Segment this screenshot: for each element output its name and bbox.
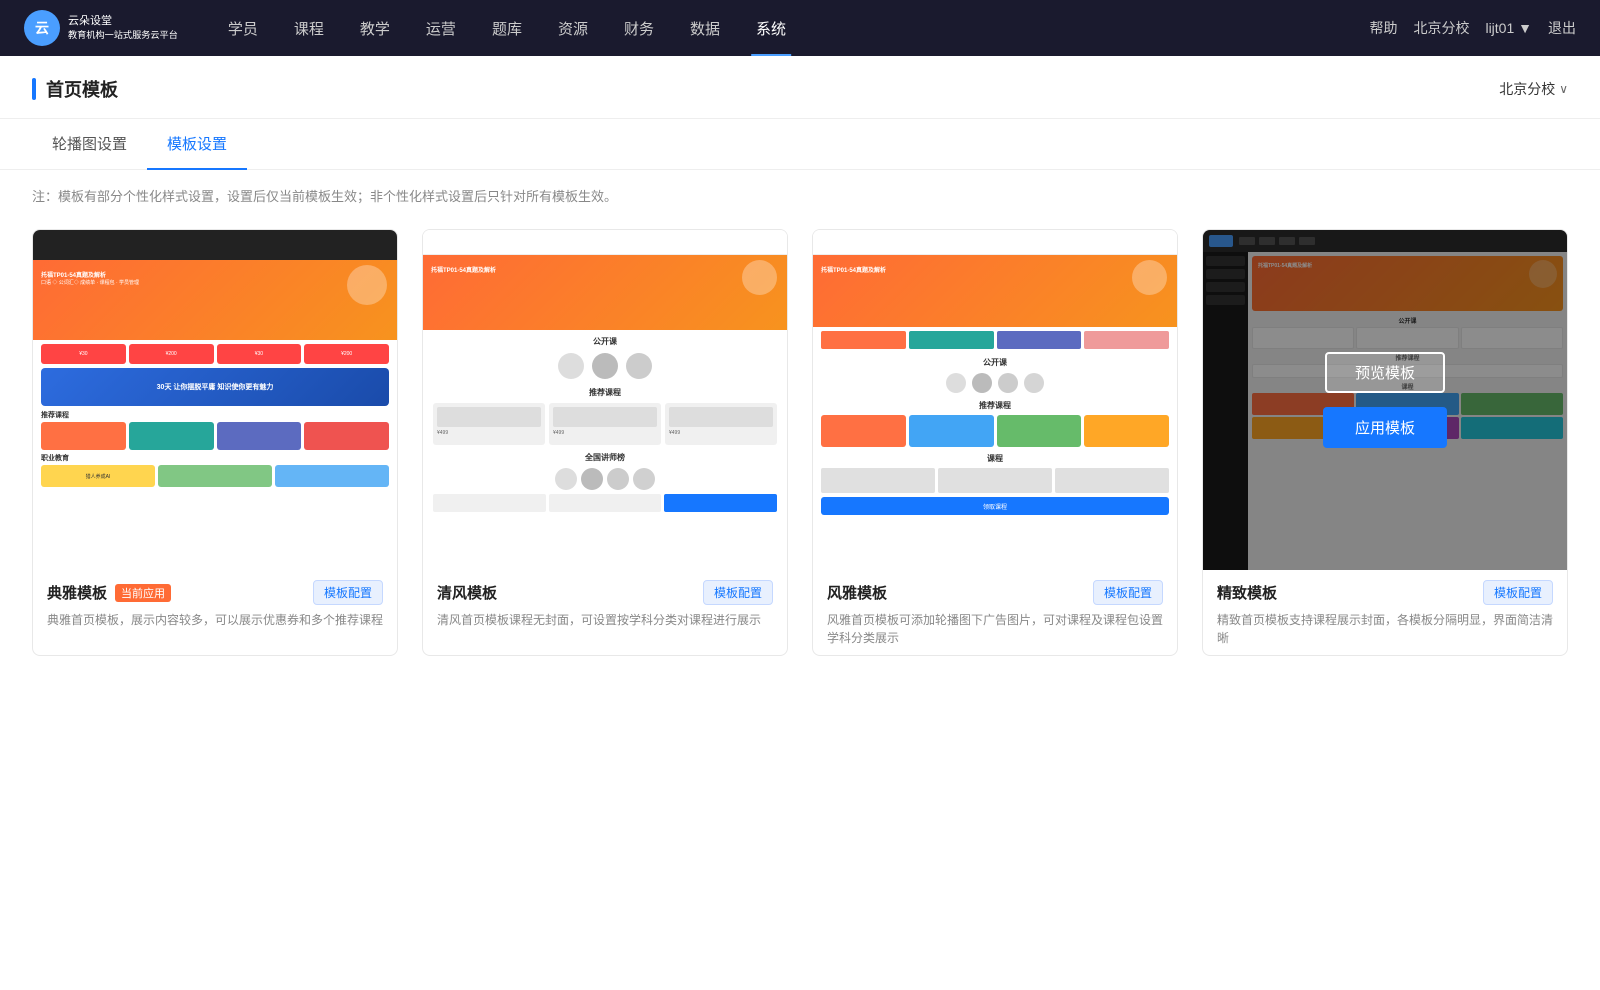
- page-title: 首页模板: [46, 76, 118, 102]
- branch-link[interactable]: 北京分校: [1413, 18, 1469, 38]
- config-button-jingzhi[interactable]: 模板配置: [1483, 580, 1553, 605]
- logout-link[interactable]: 退出: [1548, 18, 1576, 38]
- template-card-qingfeng: 托福TP01-54真题及解析 公开课 推荐课程 ¥499: [422, 229, 788, 656]
- template-preview-dianwa: 托福TP01-54真题及解析口语 ◇ 公词汇◇ 成绩单 · 课程包 · 学员管理…: [33, 230, 397, 570]
- nav-item-system[interactable]: 系统: [738, 0, 804, 56]
- page-title-bar: [32, 78, 36, 100]
- template-preview-qingfeng: 托福TP01-54真题及解析 公开课 推荐课程 ¥499: [423, 230, 787, 570]
- navbar: 云 云朵设堂教育机构一站式服务云平台 学员 课程 教学 运营 题库 资源 财务 …: [0, 0, 1600, 56]
- card-footer-jingzhi: 精致模板 模板配置 精致首页模板支持课程展示封面，各模板分隔明显，界面简洁清晰: [1203, 570, 1567, 655]
- page-header: 首页模板 北京分校 ∨: [0, 56, 1600, 119]
- page-title-wrap: 首页模板: [32, 76, 118, 102]
- current-badge-dianwa: 当前应用: [115, 584, 171, 602]
- config-button-dianwa[interactable]: 模板配置: [313, 580, 383, 605]
- help-link[interactable]: 帮助: [1369, 18, 1397, 38]
- chevron-down-icon: ∨: [1559, 82, 1568, 96]
- templates-grid: 托福TP01-54真题及解析口语 ◇ 公词汇◇ 成绩单 · 课程包 · 学员管理…: [0, 221, 1600, 696]
- template-desc-jingzhi: 精致首页模板支持课程展示封面，各模板分隔明显，界面简洁清晰: [1217, 611, 1553, 647]
- tab-template[interactable]: 模板设置: [147, 119, 247, 170]
- brand-logo: 云: [24, 10, 60, 46]
- template-overlay-jingzhi: 预览模板 应用模板: [1203, 230, 1567, 570]
- note-text: 注：模板有部分个性化样式设置，设置后仅当前模板生效；非个性化样式设置后只针对所有…: [0, 170, 1600, 221]
- tabs-container: 轮播图设置 模板设置: [0, 119, 1600, 170]
- template-name-jingzhi: 精致模板: [1217, 582, 1277, 603]
- template-preview-jingzhi: 托福TP01-54真题及解析 公开课 推荐课程 课程: [1203, 230, 1567, 570]
- branch-label: 北京分校: [1499, 79, 1555, 99]
- config-button-fengya[interactable]: 模板配置: [1093, 580, 1163, 605]
- nav-item-finance[interactable]: 财务: [606, 0, 672, 56]
- template-preview-fengya: 托福TP01-54真题及解析 公开课: [813, 230, 1177, 570]
- template-desc-qingfeng: 清风首页模板课程无封面，可设置按学科分类对课程进行展示: [437, 611, 773, 629]
- card-footer-dianwa: 典雅模板 当前应用 模板配置 典雅首页模板，展示内容较多，可以展示优惠券和多个推…: [33, 570, 397, 637]
- template-card-jingzhi: 托福TP01-54真题及解析 公开课 推荐课程 课程: [1202, 229, 1568, 656]
- apply-jingzhi-button[interactable]: 应用模板: [1323, 407, 1447, 448]
- nav-item-courses[interactable]: 课程: [276, 0, 342, 56]
- user-menu[interactable]: lijt01 ▼: [1485, 20, 1532, 36]
- template-card-dianwa: 托福TP01-54真题及解析口语 ◇ 公词汇◇ 成绩单 · 课程包 · 学员管理…: [32, 229, 398, 656]
- config-button-qingfeng[interactable]: 模板配置: [703, 580, 773, 605]
- template-desc-dianwa: 典雅首页模板，展示内容较多，可以展示优惠券和多个推荐课程: [47, 611, 383, 629]
- branch-selector[interactable]: 北京分校 ∨: [1499, 79, 1568, 99]
- page-content: 首页模板 北京分校 ∨ 轮播图设置 模板设置 注：模板有部分个性化样式设置，设置…: [0, 56, 1600, 990]
- card-footer-fengya: 风雅模板 模板配置 风雅首页模板可添加轮播图下广告图片，可对课程及课程包设置学科…: [813, 570, 1177, 655]
- template-desc-fengya: 风雅首页模板可添加轮播图下广告图片，可对课程及课程包设置学科分类展示: [827, 611, 1163, 647]
- nav-links: 学员 课程 教学 运营 题库 资源 财务 数据 系统: [210, 0, 1370, 56]
- tab-carousel[interactable]: 轮播图设置: [32, 119, 147, 170]
- card-footer-qingfeng: 清风模板 模板配置 清风首页模板课程无封面，可设置按学科分类对课程进行展示: [423, 570, 787, 637]
- brand[interactable]: 云 云朵设堂教育机构一站式服务云平台: [24, 10, 178, 46]
- nav-right: 帮助 北京分校 lijt01 ▼ 退出: [1369, 18, 1576, 38]
- template-name-dianwa: 典雅模板: [47, 582, 107, 603]
- nav-item-students[interactable]: 学员: [210, 0, 276, 56]
- template-name-qingfeng: 清风模板: [437, 582, 497, 603]
- nav-item-questions[interactable]: 题库: [474, 0, 540, 56]
- template-name-fengya: 风雅模板: [827, 582, 887, 603]
- brand-text: 云朵设堂教育机构一站式服务云平台: [68, 14, 178, 43]
- nav-item-resources[interactable]: 资源: [540, 0, 606, 56]
- nav-item-data[interactable]: 数据: [672, 0, 738, 56]
- preview-jingzhi-button[interactable]: 预览模板: [1325, 352, 1445, 393]
- nav-item-operations[interactable]: 运营: [408, 0, 474, 56]
- template-card-fengya: 托福TP01-54真题及解析 公开课: [812, 229, 1178, 656]
- nav-item-teaching[interactable]: 教学: [342, 0, 408, 56]
